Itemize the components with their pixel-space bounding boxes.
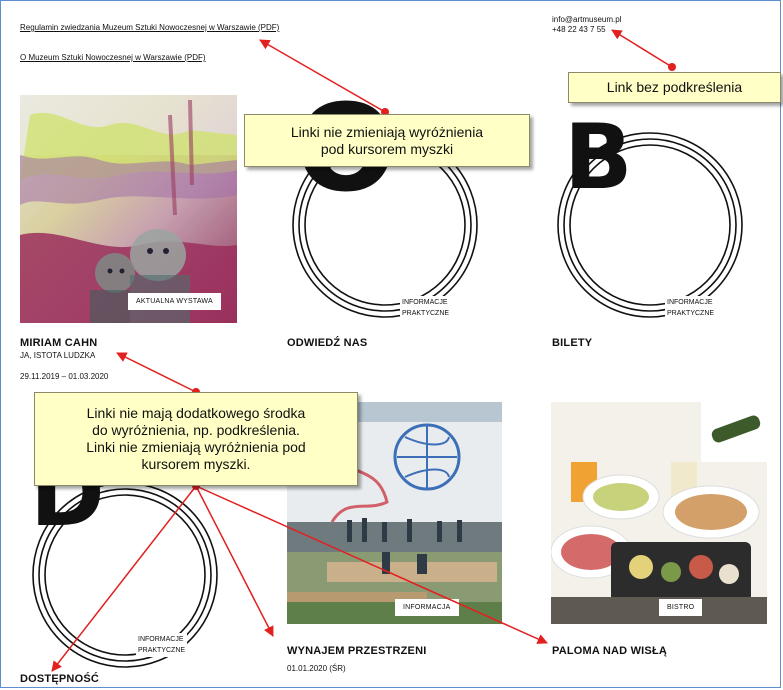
food-table-photo: [551, 402, 767, 624]
phone-number: +48 22 43 7 55: [552, 25, 606, 34]
bistro-image-label: BISTRO: [659, 599, 703, 616]
exhibition-subtitle: JA, ISTOTA LUDZKA: [20, 351, 96, 360]
accessibility-info-label: INFORMACJE PRAKTYCZNE: [136, 633, 188, 657]
rental-date: 01.01.2020 (ŚR): [287, 664, 346, 673]
about-museum-pdf-link[interactable]: O Muzeum Sztuki Nowoczesnej w Warszawie …: [20, 53, 206, 62]
accessibility-title-link[interactable]: DOSTĘPNOŚĆ: [20, 673, 99, 685]
regulations-pdf-link[interactable]: Regulamin zwiedzania Muzeum Sztuki Nowoc…: [20, 23, 279, 32]
exhibition-dates: 29.11.2019 – 01.03.2020: [20, 372, 109, 381]
callout-hover: Linki nie zmieniają wyróżnienia pod kurs…: [244, 114, 530, 167]
painting-artwork: [20, 95, 237, 323]
rental-title-link[interactable]: WYNAJEM PRZESTRZENI: [287, 645, 426, 657]
visit-info-label: INFORMACJE PRAKTYCZNE: [400, 296, 452, 320]
contact-block: info@artmuseum.pl +48 22 43 7 55: [552, 15, 621, 35]
email-link[interactable]: info@artmuseum.pl: [552, 15, 621, 25]
exhibition-image[interactable]: AKTUALNA WYSTAWA: [20, 95, 237, 323]
visit-title-link[interactable]: ODWIEDŹ NAS: [287, 337, 367, 349]
bistro-image[interactable]: BISTRO: [551, 402, 767, 624]
tickets-info-label: INFORMACJE PRAKTYCZNE: [665, 296, 717, 320]
rental-image-label: INFORMACJA: [395, 599, 459, 616]
callout-no-extra-highlight: Linki nie mają dodatkowego środka do wyr…: [34, 392, 358, 486]
callout-no-underline: Link bez podkreślenia: [568, 72, 781, 103]
exhibition-image-label: AKTUALNA WYSTAWA: [128, 293, 221, 310]
bistro-title-link[interactable]: PALOMA NAD WISŁĄ: [552, 645, 667, 657]
tickets-title-link[interactable]: BILETY: [552, 337, 592, 349]
exhibition-title-link[interactable]: MIRIAM CAHN: [20, 337, 97, 349]
